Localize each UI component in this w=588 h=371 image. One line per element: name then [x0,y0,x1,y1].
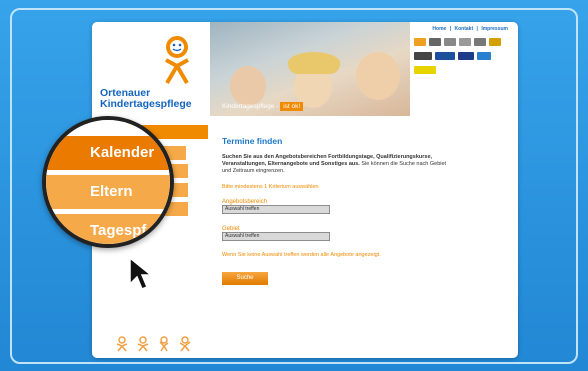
sponsor-logo[interactable] [459,38,471,46]
magnifier-lens: Kalender Eltern Tagespf [42,116,174,248]
criteria-hint: Bitte mindestens 1 Kriterium auswählen [222,184,319,190]
child-photo-right [356,52,400,100]
no-selection-note: Wenn Sie keine Auswahl treffen werden al… [222,252,381,258]
menu-item-tagespflege[interactable]: Tagespf [46,214,170,244]
angebotsbereich-label: Angebotsbereich [222,199,268,205]
main-content: Termine finden Suchen Sie aus den Angebo… [222,136,512,285]
sponsor-logos [414,32,512,116]
sponsor-logo[interactable] [414,66,436,74]
sponsor-logo[interactable] [489,38,501,46]
hero-caption: Kindertagespflege - ist ok! [222,102,304,111]
mouse-cursor-icon [129,256,154,290]
child-figure-icon [179,336,191,352]
site-logo[interactable]: Ortenauer Kindertagespflege [100,36,212,126]
angebotsbereich-select[interactable]: Auswahl treffen [222,205,330,214]
child-figure-icon [159,336,169,352]
gebiet-select[interactable]: Auswahl treffen [222,232,330,241]
sponsor-logo[interactable] [444,38,456,46]
menu-item-eltern[interactable]: Eltern [46,175,170,209]
hero-photo: Kindertagespflege - ist ok! [210,22,410,116]
logo-figure-icon [165,36,189,85]
eu-flag-logo[interactable] [458,52,474,60]
sponsor-logo[interactable] [414,38,426,46]
sponsor-logo[interactable] [429,38,441,46]
esf-logo[interactable] [435,52,455,60]
child-photo-left [230,66,266,106]
child-figure-icon [116,336,128,352]
footer-figures [116,336,191,352]
page-title: Termine finden [222,136,283,146]
search-button[interactable]: Suche [222,272,268,285]
sponsor-row-2 [414,52,512,60]
logo-text: Ortenauer Kindertagespflege [100,87,192,110]
sponsor-row-1 [414,38,512,46]
child-hair [288,52,340,74]
intro-text: Suchen Sie aus den Angebotsbereichen For… [222,154,447,174]
sponsor-logo[interactable] [414,52,432,60]
child-figure-icon [137,336,149,352]
sponsor-logo[interactable] [474,38,486,46]
sponsor-row-3 [414,66,512,74]
menu-item-kalender[interactable]: Kalender [46,136,170,170]
lens-white-top [46,120,170,134]
sponsor-logo[interactable] [477,52,491,60]
sponsor-label [414,32,512,36]
